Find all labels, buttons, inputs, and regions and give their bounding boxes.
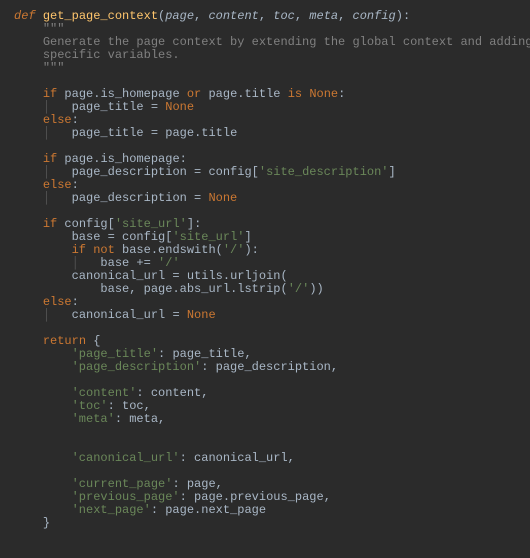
kw-if: if (43, 87, 57, 101)
kw-else: else (43, 113, 72, 127)
line (14, 425, 21, 439)
line: │ canonical_url = None (14, 308, 216, 322)
line: Generate the page context by extending t… (14, 35, 530, 49)
param-content: content (208, 9, 258, 23)
kw-not: not (93, 243, 115, 257)
line: if page.is_homepage: (14, 152, 187, 166)
line: 'page_description': page_description, (14, 360, 338, 374)
line (14, 204, 21, 218)
line: │ page_title = None (14, 100, 194, 114)
kw-none: None (309, 87, 338, 101)
param-page: page (165, 9, 194, 23)
line: if config['site_url']: (14, 217, 201, 231)
line: 'content': content, (14, 386, 208, 400)
docstring-open: """ (43, 22, 65, 36)
line (14, 464, 21, 478)
line: else: (14, 295, 79, 309)
line: 'previous_page': page.previous_page, (14, 490, 331, 504)
code-block: def get_page_context(page, content, toc,… (0, 0, 530, 540)
line: │ page_description = None (14, 191, 237, 205)
line: base = config['site_url'] (14, 230, 252, 244)
line: │ base += '/' (14, 256, 180, 270)
line: if not base.endswith('/'): (14, 243, 259, 257)
line (14, 438, 21, 452)
line: 'current_page': page, (14, 477, 223, 491)
line: canonical_url = utils.urljoin( (14, 269, 288, 283)
line: 'next_page': page.next_page (14, 503, 266, 517)
line: │ page_title = page.title (14, 126, 237, 140)
line: base, page.abs_url.lstrip('/')) (14, 282, 324, 296)
line: 'canonical_url': canonical_url, (14, 451, 295, 465)
kw-or: or (187, 87, 201, 101)
function-name: get_page_context (43, 9, 158, 23)
line: │ page_description = config['site_descri… (14, 165, 396, 179)
line (14, 321, 21, 335)
line: """ (14, 61, 64, 75)
kw-def: def (14, 9, 36, 23)
line: if page.is_homepage or page.title is Non… (14, 87, 345, 101)
line: return { (14, 334, 100, 348)
line: } (14, 516, 50, 530)
docstring-text: Generate the page context by extending t… (43, 35, 530, 49)
line: 'meta': meta, (14, 412, 165, 426)
param-config: config (353, 9, 396, 23)
line: 'page_title': page_title, (14, 347, 252, 361)
line: 'toc': toc, (14, 399, 151, 413)
kw-is: is (288, 87, 302, 101)
line (14, 373, 21, 387)
line: specific variables. (14, 48, 180, 62)
line (14, 139, 21, 153)
line: """ (14, 22, 64, 36)
line: else: (14, 178, 79, 192)
param-toc: toc (273, 9, 295, 23)
line (14, 74, 21, 88)
line: else: (14, 113, 79, 127)
param-meta: meta (309, 9, 338, 23)
docstring-close: """ (43, 61, 65, 75)
kw-return: return (43, 334, 86, 348)
docstring-text: specific variables. (43, 48, 180, 62)
line: def get_page_context(page, content, toc,… (14, 9, 410, 23)
